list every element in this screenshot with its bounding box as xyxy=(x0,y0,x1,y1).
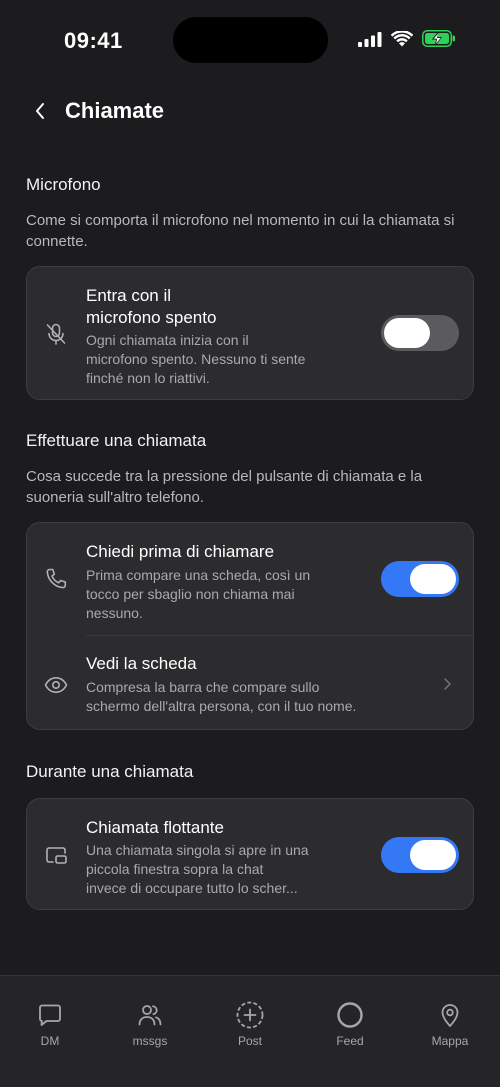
section-title-effettuare: Effettuare una chiamata xyxy=(26,431,207,450)
tab-label: Mappa xyxy=(431,1034,469,1048)
chevron-right-icon xyxy=(444,678,451,690)
row-desc-line: piccola finestra sopra la chat xyxy=(86,861,264,877)
row-title-line: microfono spento xyxy=(86,308,217,327)
tab-label: Feed xyxy=(336,1034,364,1048)
row-title: Chiedi prima di chiamare xyxy=(86,542,275,561)
plus-circle-icon xyxy=(235,1000,265,1030)
setting-row-ask-before-call[interactable]: Chiedi prima di chiamare Prima compare u… xyxy=(27,523,473,635)
map-pin-icon xyxy=(435,1000,465,1030)
toggle-knob xyxy=(410,840,456,870)
nav-header: Chiamate xyxy=(0,92,500,132)
row-title: Chiamata flottante xyxy=(86,818,224,837)
wifi-icon xyxy=(391,30,413,46)
tab-mappa[interactable]: Mappa xyxy=(400,1000,500,1048)
card-durante: Chiamata flottante Una chiamata singola … xyxy=(26,798,474,910)
tab-bar: DM mssgs Post Feed Mappa xyxy=(0,975,500,1087)
toggle-knob xyxy=(384,318,430,348)
tab-mssgs[interactable]: mssgs xyxy=(100,1000,200,1048)
floating-call-toggle[interactable] xyxy=(381,837,459,873)
tab-post[interactable]: Post xyxy=(200,1000,300,1048)
tab-label: mssgs xyxy=(132,1034,168,1048)
people-icon xyxy=(135,1000,165,1030)
dynamic-island xyxy=(173,17,328,63)
eye-icon xyxy=(43,672,69,698)
row-desc-line: schermo dell'altra persona, con il tuo n… xyxy=(86,698,357,714)
mute-on-join-toggle[interactable] xyxy=(381,315,459,351)
section-desc-effettuare: Cosa succede tra la pressione del pulsan… xyxy=(26,468,423,485)
section-desc-effettuare: suoneria sull'altro telefono. xyxy=(26,489,204,506)
tab-dm[interactable]: DM xyxy=(0,1000,100,1048)
mic-off-icon xyxy=(43,321,69,347)
status-bar: 09:41 xyxy=(0,0,500,84)
toggle-knob xyxy=(410,564,456,594)
row-title: Vedi la scheda xyxy=(86,654,197,673)
row-desc-line: Prima compare una scheda, così un xyxy=(86,567,311,583)
page-title: Chiamate xyxy=(65,98,165,123)
back-button[interactable] xyxy=(26,96,54,126)
ask-before-call-toggle[interactable] xyxy=(381,561,459,597)
row-desc-line: tocco per sbaglio non chiama mai xyxy=(86,586,295,602)
phone-icon xyxy=(43,566,69,592)
row-desc-line: Compresa la barra che compare sullo xyxy=(86,679,320,695)
row-desc-line: finché non lo riattivi. xyxy=(86,370,210,386)
card-effettuare: Chiedi prima di chiamare Prima compare u… xyxy=(26,522,474,730)
card-microfono: Entra con il microfono spento Ogni chiam… xyxy=(26,266,474,400)
battery-charging-icon xyxy=(422,30,455,47)
setting-row-floating-call[interactable]: Chiamata flottante Una chiamata singola … xyxy=(27,799,473,911)
status-time: 09:41 xyxy=(64,28,123,53)
row-title-line: Entra con il xyxy=(86,286,172,305)
ring-icon xyxy=(335,1000,365,1030)
tab-label: Post xyxy=(237,1034,262,1048)
screen: 09:41 Chiamate Microfono Come si comport… xyxy=(0,0,500,1087)
row-desc-line: nessuno. xyxy=(86,605,143,621)
row-desc-line: microfono spento. Nessuno ti sente xyxy=(86,351,306,367)
section-title-microfono: Microfono xyxy=(26,175,101,194)
cellular-signal-icon xyxy=(358,31,382,47)
chat-bubble-icon xyxy=(35,1000,65,1030)
row-desc-line: Una chiamata singola si apre in una xyxy=(86,842,309,858)
setting-row-view-card[interactable]: Vedi la scheda Compresa la barra che com… xyxy=(27,636,473,731)
row-desc-line: invece di occupare tutto lo scher... xyxy=(86,880,298,896)
section-title-durante: Durante una chiamata xyxy=(26,762,194,781)
setting-row-mute-on-join[interactable]: Entra con il microfono spento Ogni chiam… xyxy=(27,267,473,401)
picture-in-picture-icon xyxy=(43,842,69,868)
chevron-left-icon xyxy=(36,103,44,119)
tab-feed[interactable]: Feed xyxy=(300,1000,400,1048)
section-desc-microfono: Come si comporta il microfono nel moment… xyxy=(26,212,455,250)
status-icons xyxy=(358,30,456,47)
tab-label: DM xyxy=(40,1034,60,1048)
row-desc-line: Ogni chiamata inizia con il xyxy=(86,332,249,348)
